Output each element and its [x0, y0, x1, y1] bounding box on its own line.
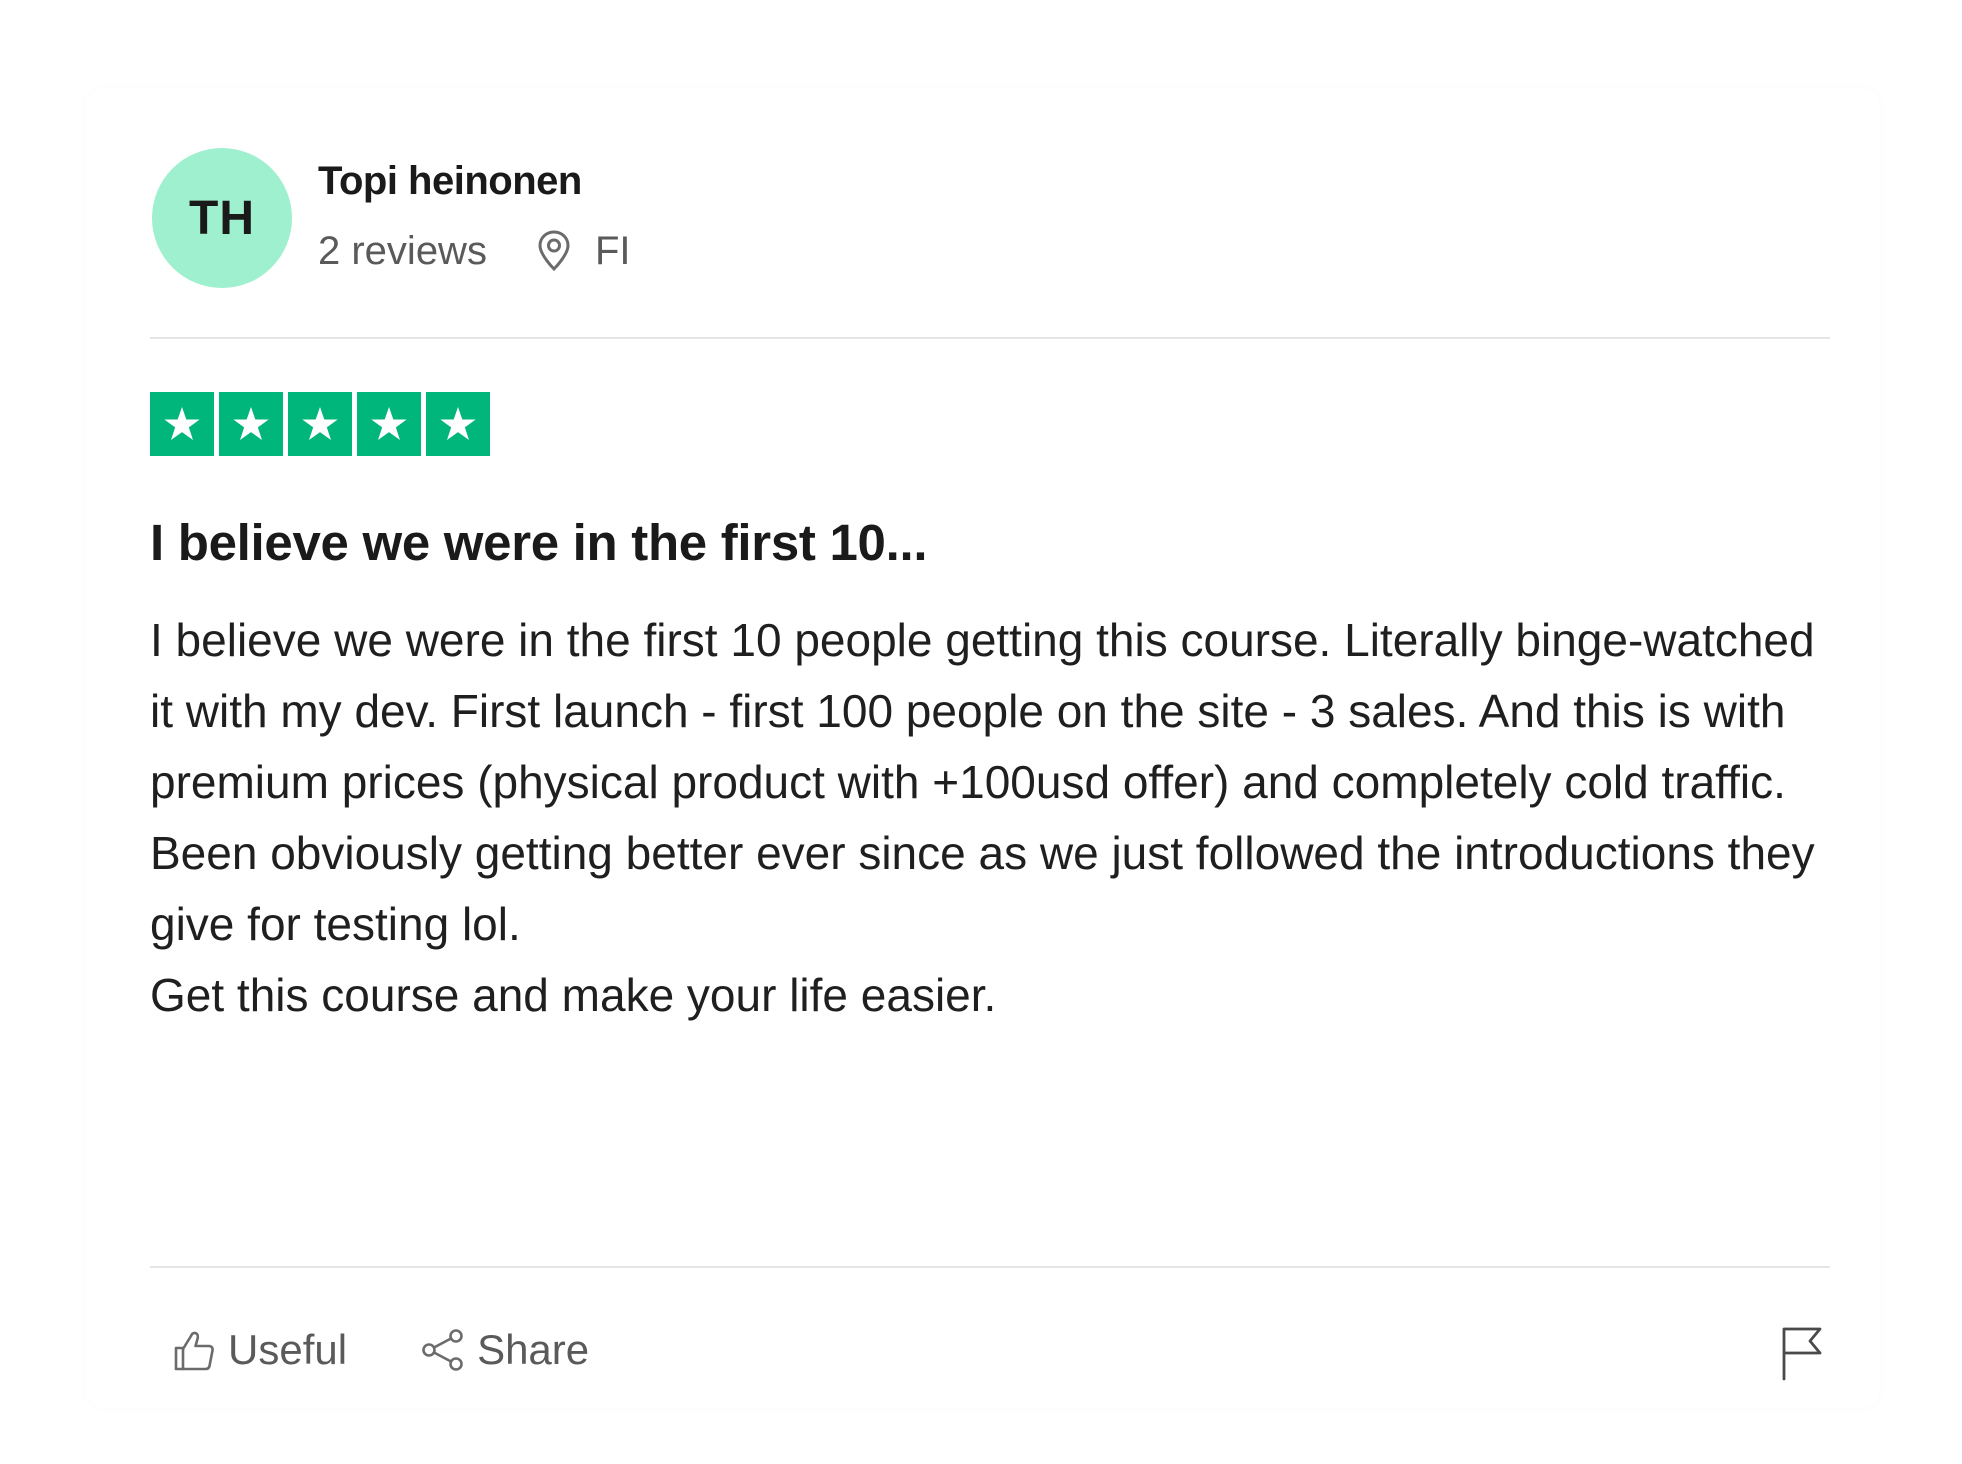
review-text-closing: Get this course and make your life easie… — [150, 969, 997, 1021]
review-text: I believe we were in the first 10 people… — [150, 614, 1815, 950]
review-title[interactable]: I believe we were in the first 10... — [150, 512, 927, 574]
header-divider — [150, 337, 1830, 339]
reviews-count: 2 reviews — [318, 229, 487, 273]
country-code: FI — [594, 229, 631, 273]
share-label: Share — [477, 1326, 590, 1373]
reviewer-header: TH Topi heinonen 2 reviews FI — [152, 148, 631, 288]
star-icon — [164, 407, 200, 440]
useful-label: Useful — [228, 1326, 348, 1373]
rating-star-5 — [426, 392, 490, 456]
star-icon — [440, 407, 476, 440]
avatar[interactable]: TH — [152, 148, 292, 288]
rating-star-1 — [150, 392, 214, 456]
footer-divider — [150, 1266, 1830, 1268]
rating-star-2 — [219, 392, 283, 456]
share-button[interactable]: Share — [419, 1326, 589, 1374]
location-pin-icon — [538, 230, 570, 272]
reviewer-info: Topi heinonen 2 reviews FI — [318, 157, 631, 273]
useful-button[interactable]: Useful — [172, 1326, 347, 1374]
avatar-initials: TH — [189, 191, 255, 245]
reviewer-location: FI — [537, 229, 631, 273]
reviewer-name[interactable]: Topi heinonen — [318, 157, 631, 205]
star-icon — [233, 407, 269, 440]
share-icon — [422, 1329, 463, 1371]
review-actions: Useful Share — [172, 1320, 589, 1380]
star-icon — [371, 407, 407, 440]
star-rating — [150, 392, 490, 456]
reviewer-meta: 2 reviews FI — [318, 229, 631, 273]
rating-star-3 — [288, 392, 352, 456]
thumbs-up-icon — [174, 1331, 214, 1371]
flag-icon[interactable] — [1780, 1325, 1824, 1381]
review-body: I believe we were in the first 10 people… — [150, 605, 1830, 1031]
rating-star-4 — [357, 392, 421, 456]
star-icon — [302, 407, 338, 440]
